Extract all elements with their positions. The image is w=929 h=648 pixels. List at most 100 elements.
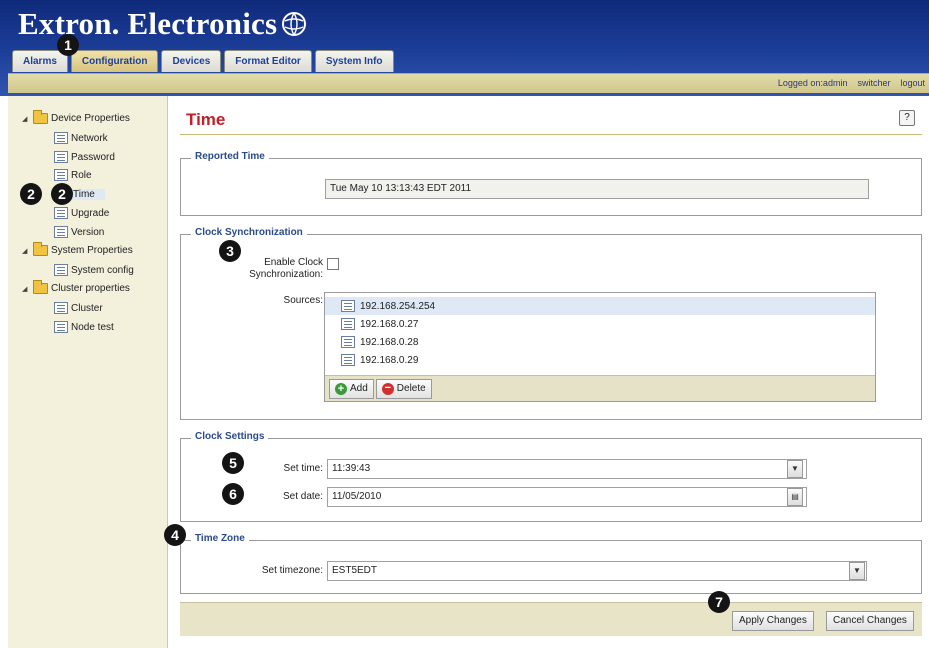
clock-sync-legend: Clock Synchronization xyxy=(191,227,307,238)
reported-time-field: Tue May 10 13:13:43 EDT 2011 xyxy=(325,179,869,199)
server-icon xyxy=(341,300,355,312)
tab-system-info[interactable]: System Info xyxy=(314,50,394,72)
sidebar-item-label: Role xyxy=(71,169,92,181)
callout-marker: 7 xyxy=(708,591,730,613)
chevron-down-icon: ▼ xyxy=(791,464,799,473)
server-icon xyxy=(341,354,355,366)
timezone-dropdown-button[interactable]: ▼ xyxy=(849,562,865,580)
sidebar-item-node-test[interactable]: Node test xyxy=(54,321,114,333)
tab-alarms[interactable]: Alarms xyxy=(12,50,68,72)
sidebar-item-cluster[interactable]: Cluster xyxy=(54,302,103,314)
source-address: 192.168.254.254 xyxy=(360,300,436,312)
list-item-source[interactable]: 192.168.0.27 xyxy=(325,315,875,333)
list-item-source[interactable]: 192.168.0.29 xyxy=(325,351,875,369)
tab-configuration[interactable]: Configuration xyxy=(70,50,159,72)
brand-text: Extron. Electronics xyxy=(18,6,278,41)
action-bar: Apply Changes Cancel Changes xyxy=(180,602,922,636)
reported-time-group: Reported Time Tue May 10 13:13:43 EDT 20… xyxy=(180,151,922,216)
title-divider xyxy=(180,134,922,135)
callout-marker: 4 xyxy=(164,524,186,546)
folder-icon xyxy=(33,280,48,294)
time-dropdown-button[interactable]: ▼ xyxy=(787,460,803,478)
page-icon xyxy=(54,321,68,333)
page-icon xyxy=(54,302,68,314)
reported-time-legend: Reported Time xyxy=(191,151,269,162)
session-links: Logged on:admin switcher logout xyxy=(778,78,925,88)
main-panel: Time ? Reported Time Tue May 10 13:13:43… xyxy=(172,96,929,648)
clock-settings-group: Clock Settings Set time: 11:39:43 ▼ Set … xyxy=(180,431,922,522)
sidebar-item-label: Node test xyxy=(71,321,114,333)
cancel-changes-button[interactable]: Cancel Changes xyxy=(826,611,914,631)
sidebar-item-label: Time xyxy=(71,188,105,200)
add-source-button[interactable]: + Add xyxy=(329,378,374,399)
tree-group-label: System Properties xyxy=(51,245,133,256)
callout-marker: 6 xyxy=(222,483,244,505)
enable-sync-label: Enable Clock Synchronization: xyxy=(221,257,323,281)
calendar-icon: ▤ xyxy=(791,492,799,501)
folder-icon xyxy=(33,110,48,124)
tree-group-device-properties[interactable]: ◢ Device Properties xyxy=(22,110,130,124)
source-address: 192.168.0.29 xyxy=(360,354,419,366)
globe-icon xyxy=(282,12,307,36)
tab-devices[interactable]: Devices xyxy=(161,50,222,72)
add-icon: + xyxy=(335,382,347,395)
enable-sync-checkbox[interactable] xyxy=(327,258,339,270)
delete-label: Delete xyxy=(396,383,426,394)
source-address: 192.168.0.28 xyxy=(360,336,419,348)
expand-triangle-icon: ◢ xyxy=(22,285,28,293)
page-title: Time xyxy=(186,110,226,129)
sidebar-item-label: Version xyxy=(71,226,105,238)
expand-triangle-icon: ◢ xyxy=(22,115,28,123)
tree-group-system-properties[interactable]: ◢ System Properties xyxy=(22,242,133,256)
sidebar-item-label: Network xyxy=(71,132,108,144)
server-icon xyxy=(341,336,355,348)
clock-settings-legend: Clock Settings xyxy=(191,431,269,442)
tree-group-label: Cluster properties xyxy=(51,283,130,294)
delete-source-button[interactable]: − Delete xyxy=(375,378,432,399)
sources-list: 192.168.254.254 192.168.0.27 192.168.0.2… xyxy=(324,292,876,402)
sidebar-item-label: Password xyxy=(71,151,115,163)
help-button[interactable]: ? xyxy=(899,110,915,126)
set-timezone-label: Set timezone: xyxy=(261,565,323,576)
sidebar-tree: ◢ Device Properties Network Password Rol… xyxy=(8,96,168,648)
source-address: 192.168.0.27 xyxy=(360,318,419,330)
sidebar-item-system-config[interactable]: System config xyxy=(54,264,134,276)
sidebar-item-upgrade[interactable]: Upgrade xyxy=(54,207,109,219)
add-label: Add xyxy=(350,383,368,394)
page-icon xyxy=(54,169,68,181)
enable-sync-label-line2: Synchronization: xyxy=(249,269,323,280)
tab-format-editor[interactable]: Format Editor xyxy=(224,50,312,72)
folder-icon xyxy=(33,242,48,256)
page-icon xyxy=(54,207,68,219)
callout-marker: 1 xyxy=(57,34,79,56)
tree-group-cluster-properties[interactable]: ◢ Cluster properties xyxy=(22,280,130,294)
sources-label: Sources: xyxy=(283,295,323,306)
tree-group-label: Device Properties xyxy=(51,113,130,124)
app-header: Extron. Electronics Alarms Configuration… xyxy=(0,0,929,96)
page-icon xyxy=(54,264,68,276)
sidebar-item-network[interactable]: Network xyxy=(54,132,108,144)
delete-icon: − xyxy=(381,382,394,395)
time-zone-legend: Time Zone xyxy=(191,533,249,544)
sidebar-item-label: Upgrade xyxy=(71,207,110,219)
sidebar-item-role[interactable]: Role xyxy=(54,169,92,181)
logged-on-label: Logged on:admin xyxy=(777,78,848,88)
set-date-input[interactable]: 11/05/2010 xyxy=(327,487,807,507)
list-item-source[interactable]: 192.168.254.254 xyxy=(325,297,875,315)
list-item-source[interactable]: 192.168.0.28 xyxy=(325,333,875,351)
page-icon xyxy=(54,226,68,238)
callout-marker: 3 xyxy=(219,240,241,262)
logout-link[interactable]: logout xyxy=(900,78,925,88)
apply-changes-button[interactable]: Apply Changes xyxy=(732,611,814,631)
page-icon xyxy=(54,132,68,144)
set-timezone-select[interactable]: EST5EDT xyxy=(327,561,867,581)
chevron-down-icon: ▼ xyxy=(853,566,861,575)
sidebar-item-version[interactable]: Version xyxy=(54,226,104,238)
set-time-input[interactable]: 11:39:43 xyxy=(327,459,807,479)
switcher-link[interactable]: switcher xyxy=(857,78,890,88)
page-icon xyxy=(54,151,68,163)
sidebar-item-label: System config xyxy=(71,264,134,276)
date-picker-button[interactable]: ▤ xyxy=(787,488,803,506)
sidebar-item-label: Cluster xyxy=(71,302,103,314)
sidebar-item-password[interactable]: Password xyxy=(54,151,115,163)
